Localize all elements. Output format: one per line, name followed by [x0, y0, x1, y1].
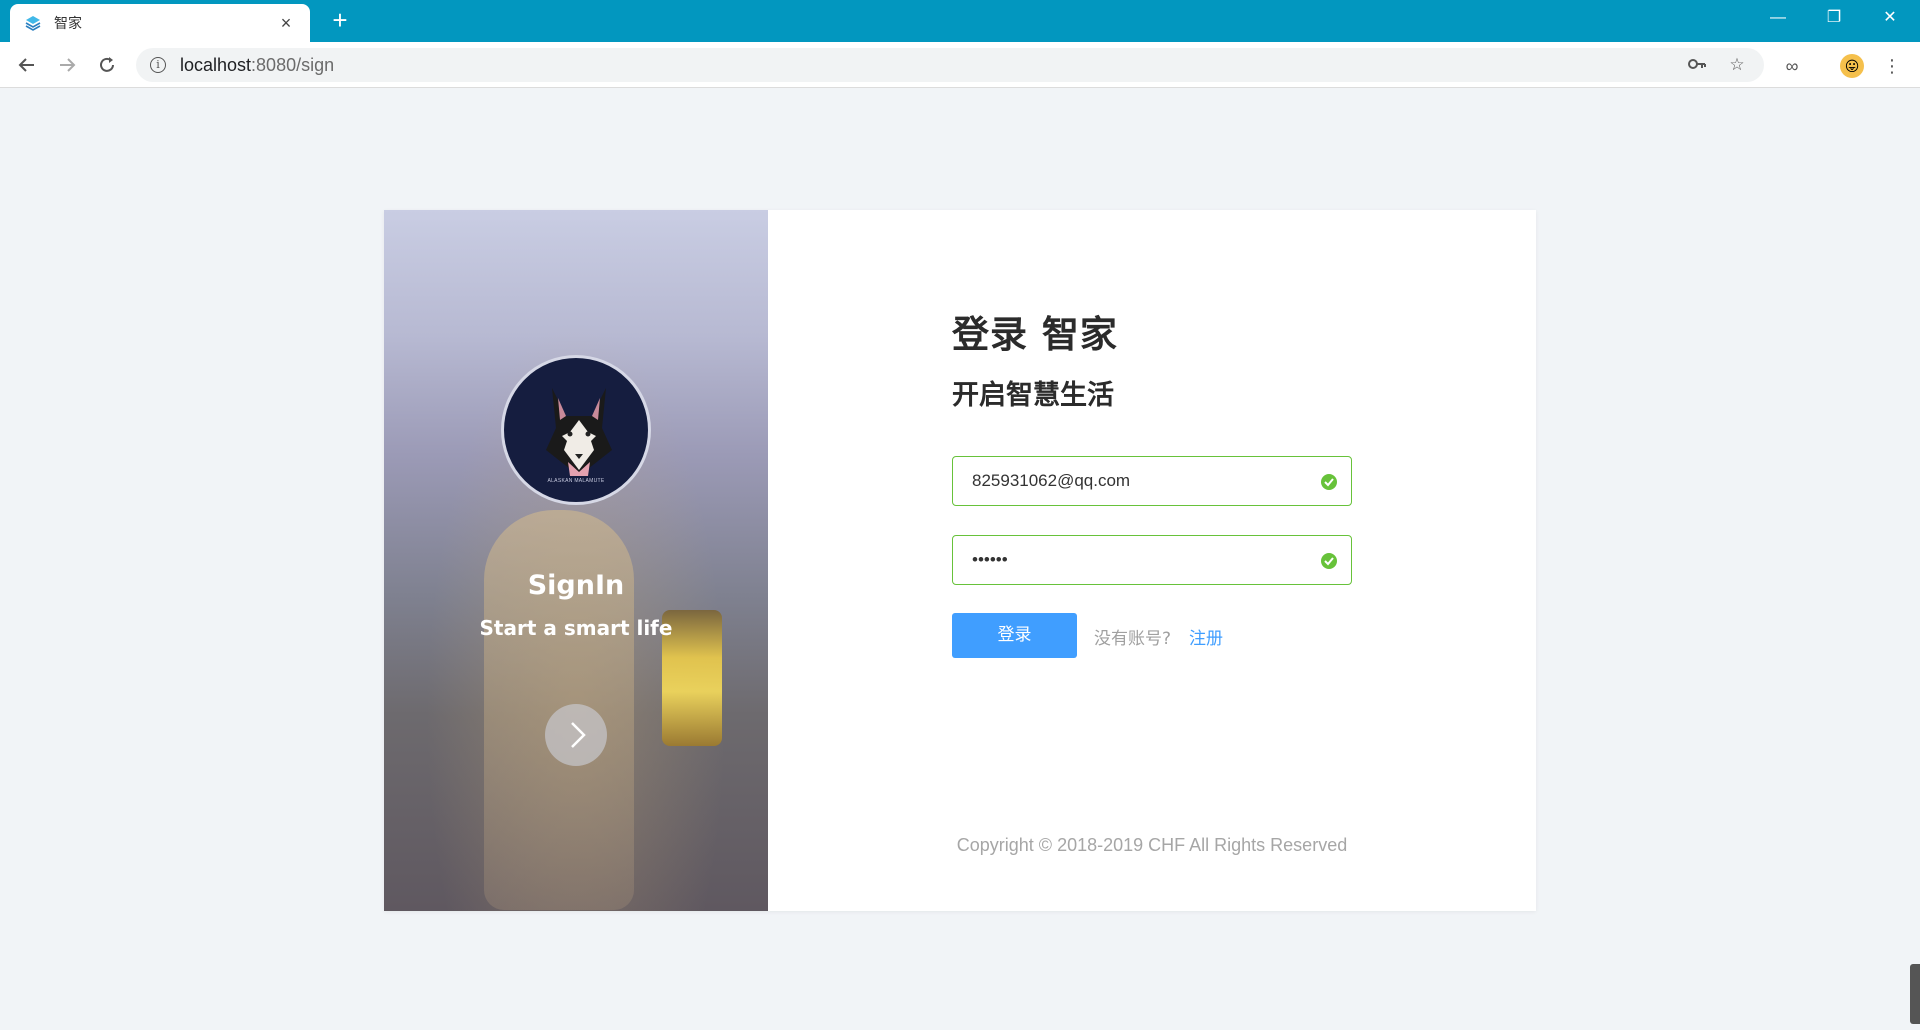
tab-close-icon[interactable]: × [276, 13, 296, 34]
arrow-right-icon [60, 58, 76, 72]
arrow-left-icon [18, 58, 34, 72]
no-account-text: 没有账号? [1094, 629, 1172, 649]
email-valid-check-icon [1321, 474, 1337, 490]
email-field[interactable] [952, 456, 1352, 506]
reload-button[interactable] [92, 50, 122, 80]
browser-tab[interactable]: 智家 × [10, 4, 310, 42]
back-button[interactable] [12, 50, 42, 80]
new-tab-button[interactable]: + [326, 6, 354, 34]
info-icon[interactable]: i [150, 57, 166, 73]
register-link[interactable]: 注册 [1189, 624, 1223, 649]
address-bar[interactable]: i localhost:8080/sign ☆ [136, 48, 1764, 82]
password-valid-check-icon [1321, 553, 1337, 569]
infinity-extension-icon[interactable]: ∞ [1780, 54, 1804, 78]
email-input[interactable] [953, 457, 1293, 505]
close-window-button[interactable]: ✕ [1862, 0, 1918, 38]
password-field[interactable] [952, 535, 1352, 585]
reload-icon [100, 57, 114, 72]
forward-button[interactable] [52, 50, 82, 80]
url-host: localhost [180, 54, 252, 75]
signin-subtitle: Start a smart life [479, 616, 673, 640]
menu-dots-icon[interactable]: ⋮ [1880, 54, 1904, 78]
tab-title: 智家 [54, 15, 82, 31]
signin-title: SignIn [527, 570, 625, 601]
layers-favicon-icon [25, 16, 41, 31]
minimize-button[interactable]: — [1750, 0, 1806, 38]
copyright-text: Copyright © 2018-2019 CHF All Rights Res… [956, 835, 1348, 855]
browser-titlebar: 智家 × + — ❐ ✕ [0, 0, 1920, 42]
password-input[interactable] [953, 536, 1293, 584]
dog-avatar: ALASKAN MALAMUTE [501, 355, 651, 505]
profile-avatar-icon[interactable]: 😛 [1840, 54, 1864, 78]
browser-toolbar: i localhost:8080/sign ☆ ∞ ⋮ [0, 42, 1920, 88]
login-subheading: 开启智慧生活 [952, 380, 1114, 411]
url-path: :8080/sign [251, 54, 335, 75]
chevron-right-icon [571, 722, 586, 748]
key-icon[interactable] [1686, 54, 1708, 76]
login-button[interactable]: 登录 [952, 613, 1077, 658]
card-right-panel: 登录 智家 开启智慧生活 登录 没有账号? 注册 Copyright © 201… [768, 210, 1536, 911]
side-widget-handle[interactable] [1910, 964, 1920, 1024]
login-heading: 登录 智家 [952, 313, 1118, 356]
restore-button[interactable]: ❐ [1806, 0, 1862, 38]
card-left-panel: ALASKAN MALAMUTE SignIn Start a smart li… [384, 210, 768, 911]
avatar-caption: ALASKAN MALAMUTE [547, 478, 605, 484]
login-card: ALASKAN MALAMUTE SignIn Start a smart li… [384, 210, 1536, 911]
next-arrow-button[interactable] [545, 704, 607, 766]
bookmark-star-icon[interactable]: ☆ [1726, 54, 1748, 76]
